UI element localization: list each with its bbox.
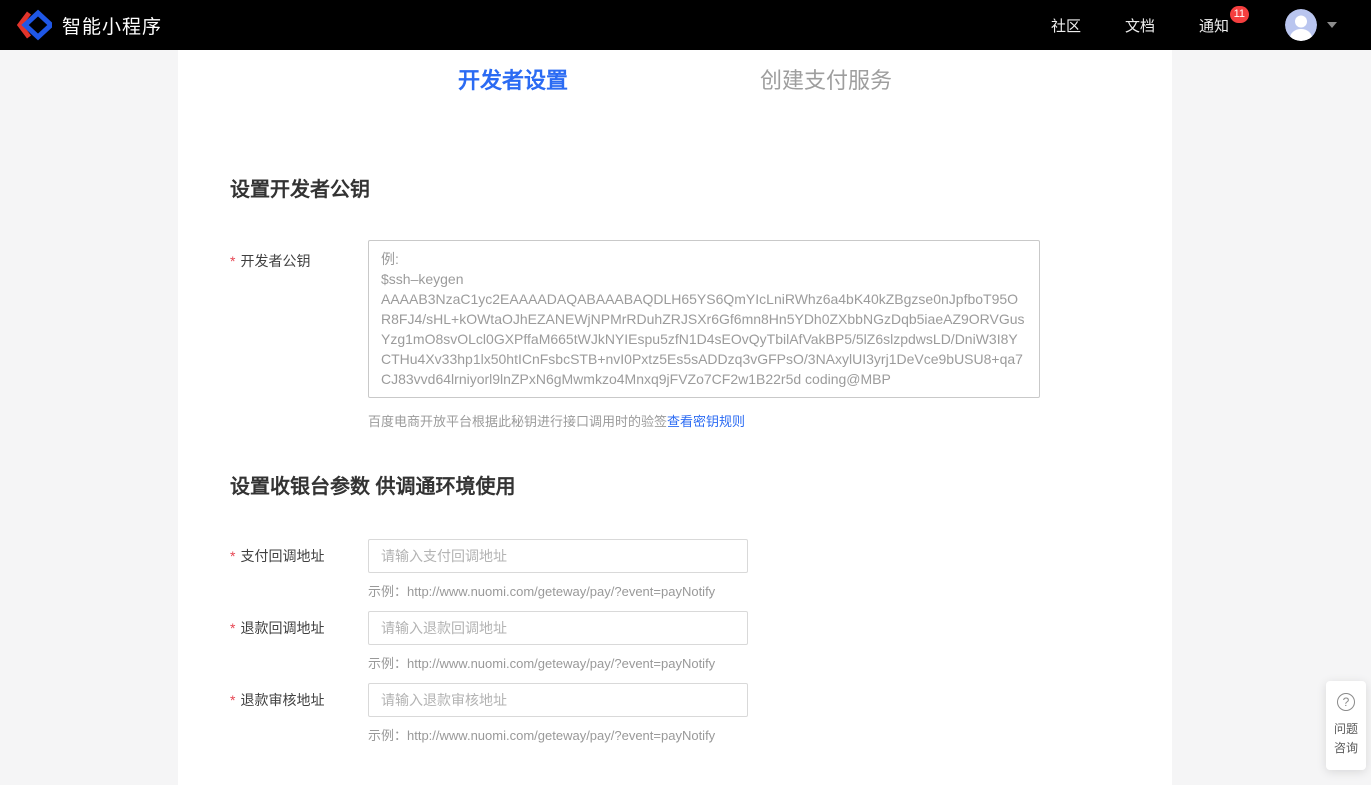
refund-callback-field: 示例：http://www.nuomi.com/geteway/pay/?eve… <box>368 611 748 672</box>
nav-item-docs[interactable]: 文档 <box>1125 15 1155 36</box>
required-mark: * <box>230 620 235 636</box>
tab-developer-settings[interactable]: 开发者设置 <box>458 63 568 95</box>
refund-callback-row: *退款回调地址 示例：http://www.nuomi.com/geteway/… <box>178 611 1172 672</box>
public-key-helper: 百度电商开放平台根据此秘钥进行接口调用时的验签查看密钥规则 <box>368 411 1040 430</box>
refund-audit-label: *退款审核地址 <box>230 683 368 744</box>
developer-public-key-field: 百度电商开放平台根据此秘钥进行接口调用时的验签查看密钥规则 <box>368 240 1040 430</box>
pay-callback-field: 示例：http://www.nuomi.com/geteway/pay/?eve… <box>368 539 748 600</box>
required-mark: * <box>230 692 235 708</box>
refund-audit-example: 示例：http://www.nuomi.com/geteway/pay/?eve… <box>368 725 748 744</box>
required-mark: * <box>230 548 235 564</box>
nav-item-notifications-label: 通知 <box>1199 18 1229 35</box>
key-rules-link[interactable]: 查看密钥规则 <box>667 414 745 429</box>
avatar[interactable] <box>1285 9 1317 41</box>
help-widget[interactable]: ? 问题 咨询 <box>1326 681 1366 770</box>
refund-audit-row: *退款审核地址 示例：http://www.nuomi.com/geteway/… <box>178 683 1172 744</box>
developer-public-key-textarea[interactable] <box>368 240 1040 398</box>
pay-callback-example: 示例：http://www.nuomi.com/geteway/pay/?eve… <box>368 581 748 600</box>
top-navbar: 智能小程序 社区 文档 通知 11 <box>0 0 1371 50</box>
nav-item-notifications[interactable]: 通知 11 <box>1199 15 1229 36</box>
navbar-links: 社区 文档 通知 11 <box>1007 9 1337 41</box>
logo-icon <box>16 9 52 41</box>
developer-public-key-row: *开发者公钥 百度电商开放平台根据此秘钥进行接口调用时的验签查看密钥规则 <box>178 240 1172 430</box>
user-menu[interactable] <box>1285 9 1337 41</box>
refund-audit-input[interactable] <box>368 683 748 717</box>
question-icon: ? <box>1337 693 1355 711</box>
main-content: 开发者设置 创建支付服务 设置开发者公钥 *开发者公钥 百度电商开放平台根据此秘… <box>178 50 1172 785</box>
public-key-helper-text: 百度电商开放平台根据此秘钥进行接口调用时的验签 <box>368 414 667 429</box>
pay-callback-input[interactable] <box>368 539 748 573</box>
section-title-cashier: 设置收银台参数 供调通环境使用 <box>178 470 1172 499</box>
help-widget-line2: 咨询 <box>1334 739 1358 758</box>
section-title-public-key: 设置开发者公钥 <box>178 173 1172 202</box>
developer-public-key-label: *开发者公钥 <box>230 240 368 271</box>
tab-create-payment-service[interactable]: 创建支付服务 <box>760 63 892 95</box>
nav-item-community[interactable]: 社区 <box>1051 15 1081 36</box>
refund-callback-label: *退款回调地址 <box>230 611 368 672</box>
pay-callback-label: *支付回调地址 <box>230 539 368 600</box>
brand[interactable]: 智能小程序 <box>16 9 162 41</box>
refund-audit-field: 示例：http://www.nuomi.com/geteway/pay/?eve… <box>368 683 748 744</box>
help-widget-line1: 问题 <box>1334 720 1358 739</box>
required-mark: * <box>230 253 235 269</box>
brand-title: 智能小程序 <box>62 12 162 39</box>
step-tabs: 开发者设置 创建支付服务 <box>178 63 1172 95</box>
notification-badge: 11 <box>1230 6 1249 23</box>
chevron-down-icon[interactable] <box>1327 22 1337 28</box>
refund-callback-example: 示例：http://www.nuomi.com/geteway/pay/?eve… <box>368 653 748 672</box>
pay-callback-row: *支付回调地址 示例：http://www.nuomi.com/geteway/… <box>178 539 1172 600</box>
refund-callback-input[interactable] <box>368 611 748 645</box>
